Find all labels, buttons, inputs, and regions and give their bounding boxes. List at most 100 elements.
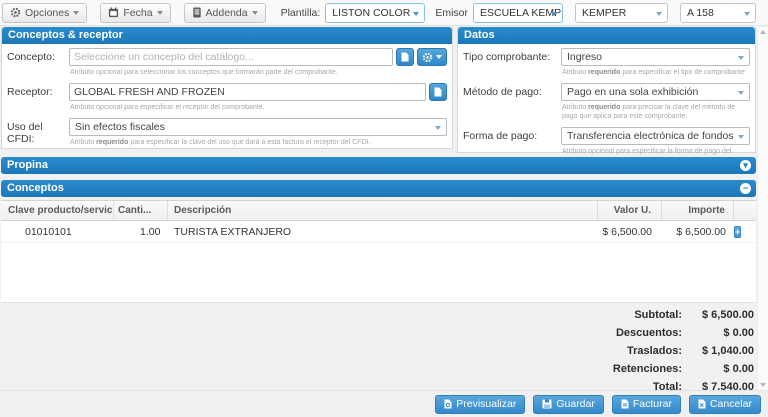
notepad-icon	[192, 7, 202, 18]
chevron-down-icon	[413, 12, 419, 16]
traslados-row: Traslados: $ 1,040.00	[613, 346, 754, 357]
concepto-row: Concepto: Atributo opcional	[2, 44, 452, 79]
table-row[interactable]: 01010101 1.00 TURISTA EXTRANJERO $ 6,500…	[1, 221, 756, 243]
document-icon	[401, 52, 409, 62]
conceptos-grid: Clave producto/servicio Canti... Descrip…	[1, 200, 756, 303]
subtotal-value: $ 6,500.00	[682, 310, 754, 321]
plantilla-select[interactable]: LISTON COLOR	[325, 3, 425, 23]
uso-cfdi-value: Sin efectos fiscales	[75, 121, 165, 133]
emisor-select[interactable]: ESCUELA KEMPER U	[473, 3, 563, 23]
opciones-button[interactable]: Opciones	[2, 3, 87, 23]
expand-icon[interactable]: ▾	[740, 160, 751, 171]
uso-cfdi-row: Uso del CFDI: Sin efectos fiscales Atrib…	[2, 114, 452, 149]
scroll-up-icon[interactable]	[760, 30, 766, 34]
cell-importe: $ 6,500.00	[662, 221, 734, 242]
concepto-input[interactable]	[69, 48, 393, 66]
grid-header: Clave producto/servicio Canti... Descrip…	[1, 200, 756, 221]
vertical-scrollbar[interactable]	[757, 27, 768, 390]
receptor-input[interactable]	[69, 83, 426, 101]
column-header-clave[interactable]: Clave producto/servicio	[1, 201, 114, 220]
guardar-button[interactable]: Guardar	[533, 395, 604, 414]
metodo-pago-select[interactable]: Pago en una sola exhibición	[561, 83, 750, 101]
column-header-importe[interactable]: Importe	[662, 201, 734, 220]
gear-icon	[10, 7, 21, 18]
tipo-comprobante-help: Atributo requerido para especificar el t…	[562, 68, 750, 77]
cell-clave: 01010101	[1, 221, 114, 242]
chevron-down-icon	[73, 11, 79, 15]
cancelar-label: Cancelar	[710, 398, 752, 410]
uso-cfdi-help: Atributo requerido para especificar la c…	[70, 138, 447, 147]
traslados-value: $ 1,040.00	[682, 346, 754, 357]
footer-toolbar: Previsualizar Guardar Facturar Cancelar	[0, 390, 768, 417]
cancel-document-icon	[698, 399, 706, 409]
tipo-comprobante-row: Tipo comprobante: Ingreso Atributo reque…	[458, 44, 755, 79]
serie-value: KEMPER	[582, 7, 626, 19]
metodo-pago-label: Método de pago:	[463, 83, 561, 123]
cell-valor: $ 6,500.00	[598, 221, 662, 242]
calendar-icon	[108, 7, 119, 18]
collapse-icon[interactable]: −	[740, 183, 751, 194]
conceptos-title: Conceptos	[7, 182, 64, 194]
receptor-row: Receptor: Atributo opcional para especif…	[2, 79, 452, 114]
chevron-down-icon	[744, 12, 750, 16]
propina-section-header[interactable]: Propina ▾	[1, 157, 756, 174]
conceptos-receptor-panel-title: Conceptos & receptor	[2, 27, 452, 44]
chevron-down-icon	[738, 56, 744, 60]
receptor-help: Atributo opcional para especificar el re…	[70, 103, 447, 112]
save-floppy-icon	[542, 399, 552, 409]
folio-value: A 158	[687, 7, 714, 19]
tipo-comprobante-select[interactable]: Ingreso	[561, 48, 750, 66]
chevron-down-icon	[436, 55, 442, 59]
datos-panel-title: Datos	[458, 27, 755, 44]
concepto-label: Concepto:	[7, 48, 69, 79]
plantilla-label: Plantilla:	[281, 7, 321, 19]
retenciones-row: Retenciones: $ 0.00	[613, 364, 754, 375]
concepto-catalog-button[interactable]	[396, 48, 414, 66]
chevron-down-icon	[252, 11, 258, 15]
column-header-cantidad[interactable]: Canti...	[114, 201, 168, 220]
invoice-document-icon	[621, 399, 629, 409]
scroll-down-icon[interactable]	[760, 383, 766, 387]
column-header-actions	[734, 201, 756, 220]
fecha-label: Fecha	[123, 7, 152, 19]
chevron-down-icon	[157, 11, 163, 15]
forma-pago-select[interactable]: Transferencia electrónica de fondos	[561, 127, 750, 145]
column-header-descripcion[interactable]: Descripción	[168, 201, 598, 220]
previsualizar-button[interactable]: Previsualizar	[435, 395, 525, 414]
conceptos-section-header[interactable]: Conceptos −	[1, 180, 756, 197]
fecha-button[interactable]: Fecha	[100, 3, 170, 23]
cell-descripcion: TURISTA EXTRANJERO	[168, 221, 598, 242]
concepto-settings-button[interactable]	[417, 48, 447, 66]
emisor-label: Emisor	[435, 7, 468, 19]
chevron-down-icon	[435, 126, 441, 130]
uso-cfdi-label: Uso del CFDI:	[7, 118, 69, 149]
facturar-button[interactable]: Facturar	[612, 395, 681, 414]
serie-select[interactable]: KEMPER	[575, 3, 668, 23]
chevron-down-icon	[656, 12, 662, 16]
retenciones-value: $ 0.00	[682, 364, 754, 375]
receptor-catalog-button[interactable]	[429, 83, 447, 101]
folio-select[interactable]: A 158	[680, 3, 756, 23]
subtotal-label: Subtotal:	[634, 310, 682, 321]
column-header-valor[interactable]: Valor U.	[598, 201, 662, 220]
tipo-comprobante-value: Ingreso	[567, 51, 602, 63]
addenda-button[interactable]: Addenda	[184, 3, 266, 23]
metodo-pago-value: Pago en una sola exhibición	[567, 86, 698, 98]
traslados-label: Traslados:	[627, 346, 682, 357]
cancelar-button[interactable]: Cancelar	[689, 395, 761, 414]
descuentos-value: $ 0.00	[682, 328, 754, 339]
plantilla-value: LISTON COLOR	[332, 7, 410, 19]
retenciones-label: Retenciones:	[613, 364, 682, 375]
metodo-pago-help: Atributo requerido para precisar la clav…	[562, 103, 750, 121]
add-concepto-button[interactable]: +	[734, 226, 741, 238]
previsualizar-label: Previsualizar	[456, 398, 516, 410]
metodo-pago-row: Método de pago: Pago en una sola exhibic…	[458, 79, 755, 123]
uso-cfdi-select[interactable]: Sin efectos fiscales	[69, 118, 447, 136]
chevron-down-icon	[551, 12, 557, 16]
top-toolbar: Opciones Fecha Addenda Plantilla: LISTON…	[0, 0, 768, 26]
subtotal-row: Subtotal: $ 6,500.00	[613, 310, 754, 321]
preview-document-icon	[444, 399, 452, 409]
conceptos-receptor-panel: Conceptos & receptor Concepto: A	[1, 27, 453, 149]
addenda-label: Addenda	[206, 7, 248, 19]
descuentos-row: Descuentos: $ 0.00	[613, 328, 754, 339]
